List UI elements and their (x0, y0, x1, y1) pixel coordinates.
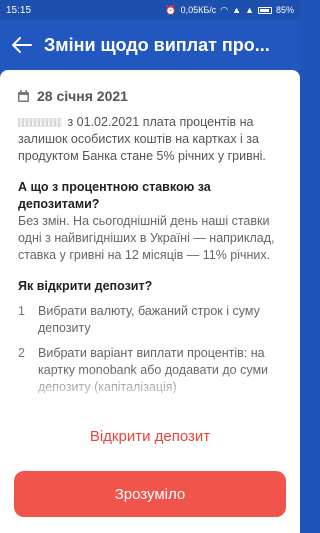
status-time: 15:15 (6, 4, 32, 16)
back-button[interactable] (0, 20, 44, 70)
article-date: 28 січня 2021 (37, 88, 128, 104)
scroll-fade (0, 370, 300, 430)
page-title: Зміни щодо виплат про... (44, 34, 270, 55)
app-bar: Зміни щодо виплат про... (0, 20, 300, 70)
content-sheet: 28 січня 2021 з 01.02.2021 плата процент… (0, 70, 300, 533)
battery-icon (257, 6, 272, 14)
open-deposit-link[interactable]: Відкрити депозит (0, 428, 300, 445)
step-number: 1 (18, 304, 25, 318)
network-speed: 0,05КБ/с (180, 5, 217, 15)
arrow-left-icon (12, 37, 32, 53)
status-indicators: ⏰ 0,05КБ/с ◠ ▲ ▲ 85% (165, 5, 294, 16)
question-open-title: Як відкрити депозит? (18, 279, 153, 293)
signal-icon-2: ▲ (245, 5, 254, 15)
article-body: 28 січня 2021 з 01.02.2021 плата процент… (0, 70, 300, 396)
intro-paragraph: з 01.02.2021 плата процентів на залишок … (18, 114, 282, 165)
understood-button[interactable]: Зрозуміло (14, 471, 286, 517)
wifi-icon: ◠ (220, 4, 229, 15)
battery-percent: 85% (275, 5, 294, 15)
redacted-text (18, 118, 62, 128)
status-bar: 15:15 ⏰ 0,05КБ/с ◠ ▲ ▲ 85% (0, 0, 300, 20)
date-row: 28 січня 2021 (18, 88, 282, 104)
question-rates-answer: Без змін. На сьогоднішній день наші став… (18, 214, 275, 262)
question-rates-title: А що з процентною ставкою за депозитами? (18, 180, 211, 211)
alarm-icon: ⏰ (165, 4, 177, 15)
signal-icon: ▲ (232, 5, 242, 15)
step-item: 1 Вибрати валюту, бажаний строк і суму д… (18, 303, 282, 337)
step-text: Вибрати валюту, бажаний строк і суму деп… (38, 304, 260, 335)
calendar-icon (18, 90, 29, 102)
